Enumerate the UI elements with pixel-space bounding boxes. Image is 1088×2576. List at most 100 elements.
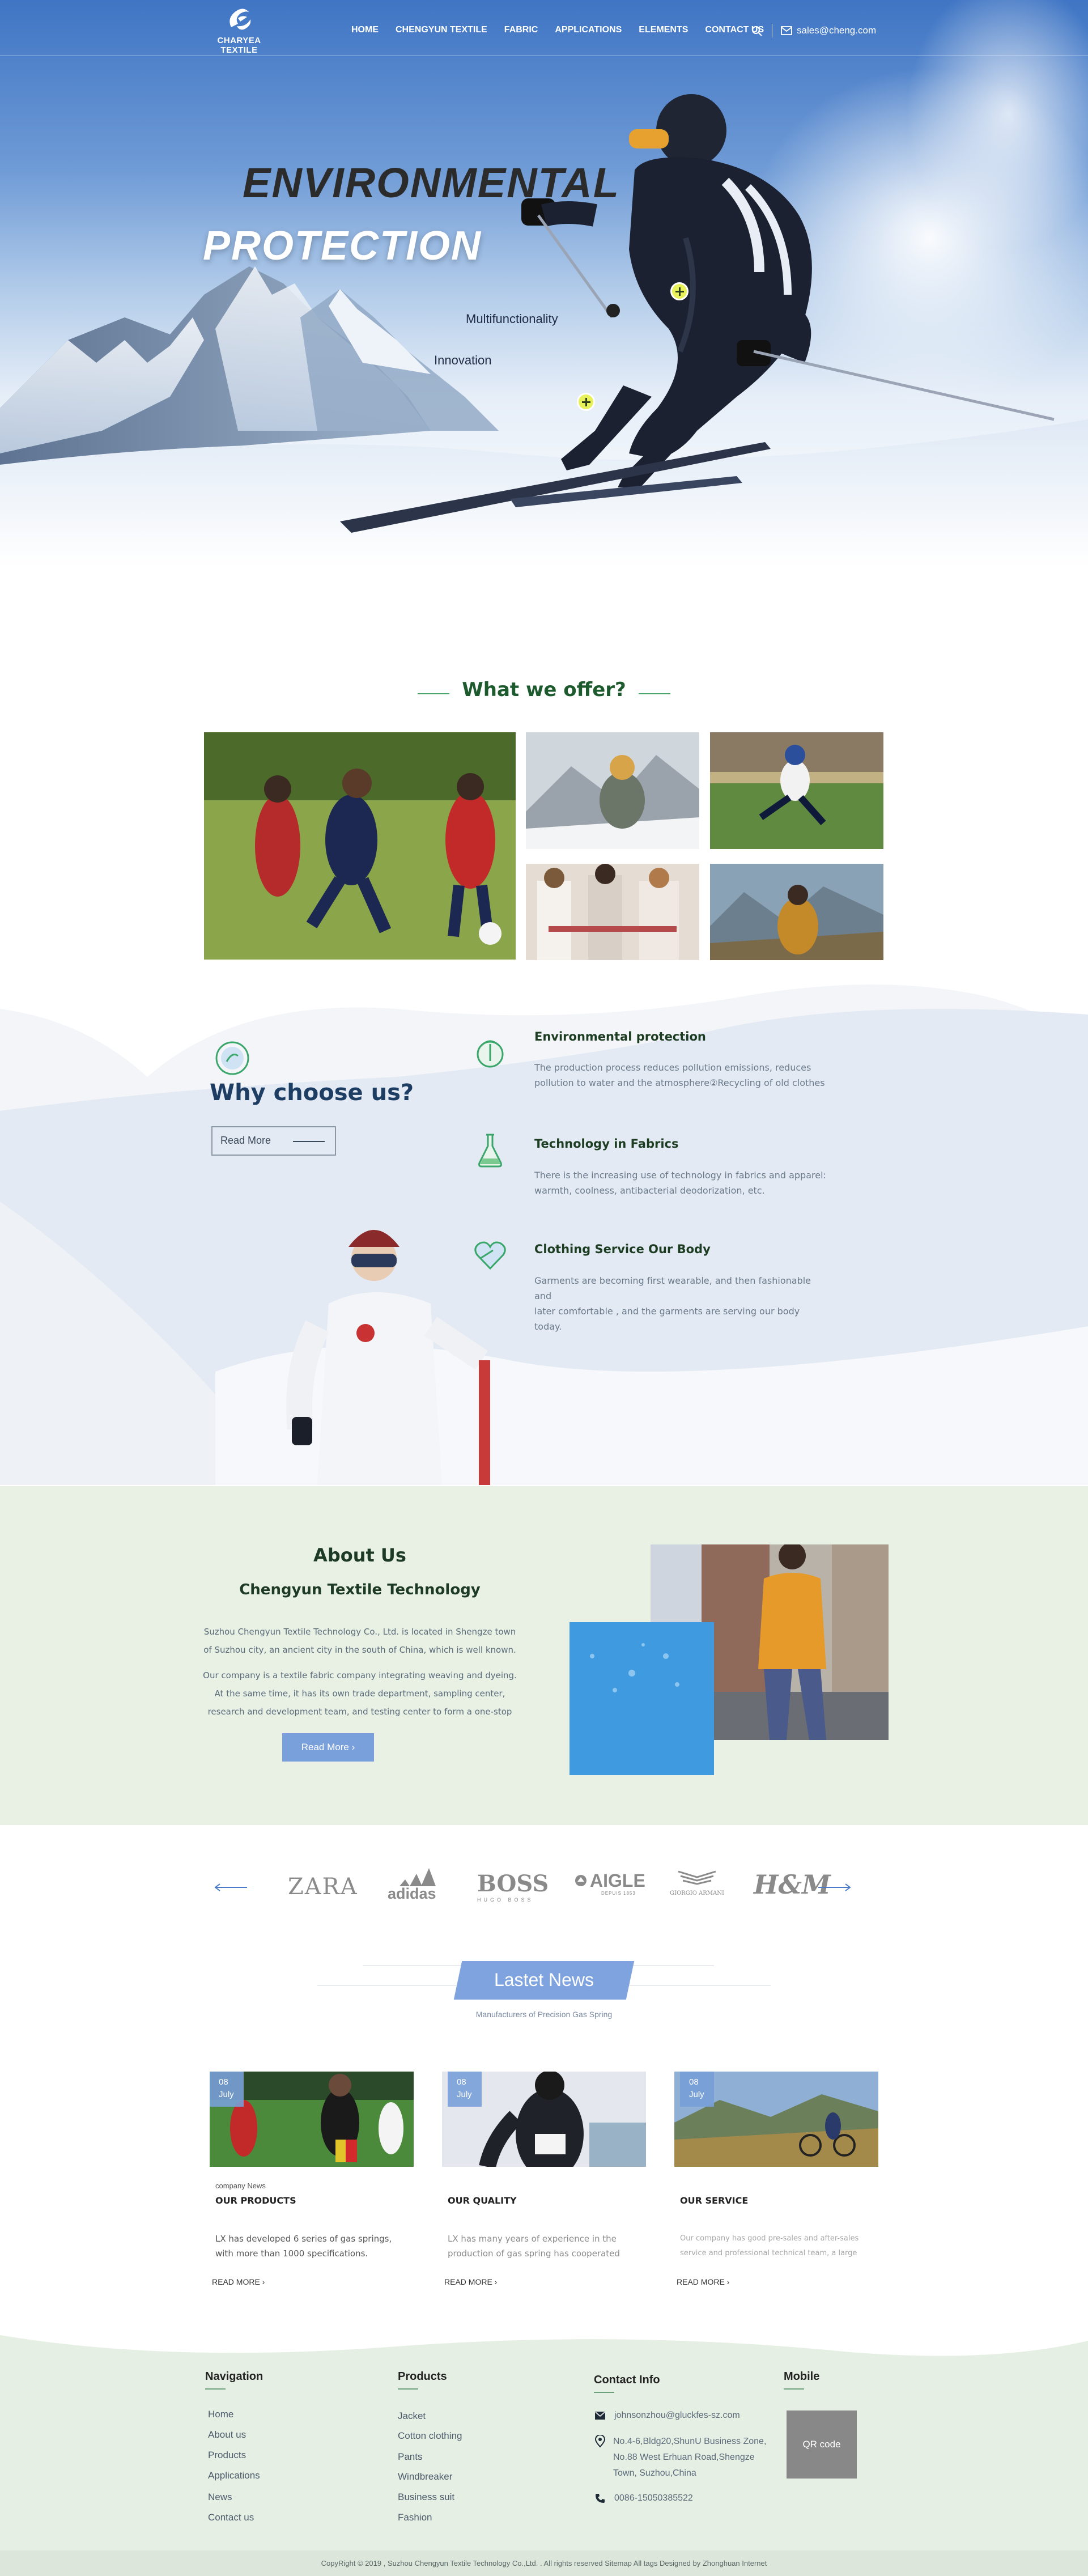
footer-link-pants[interactable]: Pants [398,2451,422,2463]
news-card-title[interactable]: OUR PRODUCTS [215,2195,296,2206]
brands-prev-arrow-icon[interactable] [213,1883,247,1892]
news-desc-line: LX has developed 6 series of gas springs… [215,2234,392,2244]
footer-copyright: CopyRight © 2019 , Suzhou Chengyun Texti… [0,2550,1088,2576]
search-icon[interactable] [751,26,763,37]
hero-tag-multifunctionality: Multifunctionality [466,312,558,326]
adidas-stripes-icon [400,1868,436,1886]
brand-logo-adidas[interactable]: adidas [388,1868,444,1903]
about-photo-orange-jacket [702,1544,889,1740]
footer-address-line: No.88 West Erhuan Road,Shengze [613,2452,755,2462]
footer-address-line: No.4-6,Bldg20,ShunU Business Zone, [613,2437,767,2446]
footer-link-news[interactable]: News [208,2492,232,2503]
flask-icon [478,1134,502,1168]
footer-link-contact-us[interactable]: Contact us [208,2512,254,2523]
footer-contact-title: Contact Info [594,2374,660,2386]
brand-logo-zara[interactable]: ZARA [288,1874,358,1900]
footer-phone[interactable]: 0086-15050385522 [614,2490,693,2506]
feature-desc-line: later comfortable , and the garments are… [534,1306,800,1332]
news-date-month: July [689,2090,704,2099]
news-date-month: July [219,2090,234,2099]
news-card-title[interactable]: OUR SERVICE [680,2195,748,2206]
why-read-more-label: Read More [220,1135,271,1146]
about-paragraph-2: Our company is a textile fabric company … [201,1666,518,1721]
armani-wordmark: GIORGIO ARMANI [670,1890,724,1896]
nav-item-elements[interactable]: ELEMENTS [639,25,688,35]
news-section-title: Lastet News [494,1970,594,1990]
about-section [0,1486,1088,1825]
about-read-more-label: Read More [301,1742,349,1752]
footer-address: No.4-6,Bldg20,ShunU Business Zone, No.88… [613,2434,766,2481]
brands-next-arrow-icon[interactable] [818,1883,852,1892]
about-paragraph-1: Suzhou Chengyun Textile Technology Co., … [201,1623,518,1659]
footer-link-business-suit[interactable]: Business suit [398,2492,454,2503]
news-read-more-link[interactable]: READ MORE › [444,2277,497,2286]
feature-desc-line: pollution to water and the atmosphere②Re… [534,1077,825,1088]
about-subtitle: Chengyun Textile Technology [239,1581,481,1598]
news-card-title[interactable]: OUR QUALITY [448,2195,517,2206]
offer-photo-soccer[interactable] [204,732,516,960]
nav-item-chengyun-textile[interactable]: CHENGYUN TEXTILE [396,25,487,35]
footer-title-underline [205,2388,226,2390]
about-text-line: At the same time, it has its own trade d… [214,1688,505,1699]
main-menu: HOME CHENGYUN TEXTILE FABRIC APPLICATION… [351,25,781,35]
footer-products-title: Products [398,2370,447,2383]
footer-link-home[interactable]: Home [208,2409,233,2420]
nav-item-fabric[interactable]: FABRIC [504,25,538,35]
logo-text: CHARYEA TEXTILE [217,36,261,55]
news-read-more-link[interactable]: READ MORE › [677,2277,729,2286]
mail-icon [595,2412,605,2420]
feature-title-environmental: Environmental protection [534,1030,706,1043]
hero-hotspot-plus-icon[interactable] [577,393,595,411]
why-section-title: Why choose us? [210,1080,414,1106]
adidas-wordmark: adidas [388,1885,436,1902]
news-desc-line: Our company has good pre-sales and after… [680,2234,859,2243]
about-text-line: Our company is a textile fabric company … [203,1670,517,1680]
about-text-line: Suzhou Chengyun Textile Technology Co., … [203,1627,516,1637]
footer-link-products[interactable]: Products [208,2450,246,2461]
header-email-link[interactable]: sales@cheng.com [781,25,876,36]
news-card-desc: LX has many years of experience in the p… [448,2231,635,2261]
footer-link-applications[interactable]: Applications [208,2470,260,2481]
footer-mobile-title: Mobile [784,2370,820,2383]
title-line-left [418,693,450,694]
offer-photo-runner[interactable] [710,732,883,849]
footer-title-underline [784,2388,804,2390]
news-card-desc: LX has developed 6 series of gas springs… [215,2231,402,2261]
footer-link-about-us[interactable]: About us [208,2429,246,2441]
news-category-tag[interactable]: company News [215,2182,266,2190]
news-card-desc: Our company has good pre-sales and after… [680,2231,867,2261]
footer-link-windbreaker[interactable]: Windbreaker [398,2471,452,2482]
about-read-more-button[interactable]: Read More › [282,1733,374,1762]
footer-link-fashion[interactable]: Fashion [398,2512,432,2523]
hero-hotspot-plus-icon[interactable] [670,282,688,300]
news-desc-line: LX has many years of experience in the [448,2234,617,2244]
news-date-day: 08 [689,2077,699,2087]
hero-banner: CHARYEA TEXTILE HOME CHENGYUN TEXTILE FA… [0,0,1088,567]
news-date-badge: 08 July [448,2072,482,2107]
offer-photo-hiker[interactable] [710,864,883,960]
heart-hands-icon [474,1241,506,1270]
hero-tag-innovation: Innovation [434,353,492,367]
footer-link-cotton-clothing[interactable]: Cotton clothing [398,2430,462,2442]
logo[interactable]: CHARYEA TEXTILE [202,7,276,55]
footer-link-jacket[interactable]: Jacket [398,2411,426,2422]
brand-logo-armani[interactable]: GIORGIO ARMANI [663,1868,731,1896]
about-text-line: of Suzhou city, an ancient city in the s… [203,1645,516,1655]
news-read-more-link[interactable]: READ MORE › [212,2277,265,2286]
hero-title-line-2: PROTECTION [203,223,482,269]
footer-email[interactable]: johnsonzhou@gluckfes-sz.com [614,2408,740,2424]
offer-photo-fitting-room[interactable] [526,864,699,960]
feature-title-technology: Technology in Fabrics [534,1137,679,1151]
why-read-more-button[interactable]: Read More [211,1126,336,1156]
feature-desc-line: warmth, coolness, antibacterial deodoriz… [534,1185,765,1196]
news-desc-line: production of gas spring has cooperated [448,2248,620,2259]
offer-photo-snow-climber[interactable] [526,732,699,849]
about-text-line: research and development team, and testi… [207,1707,512,1717]
mail-icon [781,26,792,35]
news-date-day: 08 [457,2077,466,2087]
news-read-more-label: READ MORE [677,2277,725,2286]
nav-item-applications[interactable]: APPLICATIONS [555,25,622,35]
feature-desc-clothing-service: Garments are becoming first wearable, an… [534,1273,829,1334]
brand-logo-boss[interactable]: BOSS HUGO BOSS [477,1870,549,1903]
nav-item-home[interactable]: HOME [351,25,379,35]
